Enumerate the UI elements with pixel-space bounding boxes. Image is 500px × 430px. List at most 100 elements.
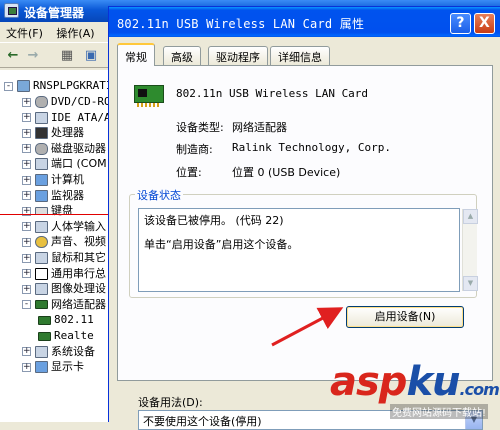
watermark-suffix: .com bbox=[459, 380, 500, 399]
monitor-icon bbox=[35, 189, 48, 202]
tree-item[interactable]: 802.11 bbox=[38, 312, 94, 328]
collapse-icon[interactable]: - bbox=[4, 81, 13, 91]
hid-icon bbox=[35, 220, 48, 233]
expand-icon[interactable]: + bbox=[22, 159, 31, 169]
tree-item[interactable]: + 键盘 bbox=[22, 203, 73, 219]
tree-item[interactable]: Realte bbox=[38, 328, 94, 344]
expand-icon[interactable]: + bbox=[22, 222, 31, 232]
system-icon bbox=[35, 345, 48, 358]
tree-item-label: 人体学输入 bbox=[51, 219, 106, 233]
expand-icon[interactable]: + bbox=[22, 269, 31, 279]
network-icon bbox=[35, 300, 48, 310]
tree-item-label: 图像处理设 bbox=[51, 282, 106, 296]
tree-item[interactable]: + 监视器 bbox=[22, 188, 84, 204]
device-status-legend: 设备状态 bbox=[135, 187, 183, 203]
tree-item-label: 声音、视频 bbox=[51, 235, 106, 249]
tree-item-label: IDE ATA/A bbox=[51, 110, 111, 124]
tab-details[interactable]: 详细信息 bbox=[270, 46, 330, 65]
forward-arrow-icon[interactable]: → bbox=[24, 47, 42, 65]
tree-item[interactable]: - 网络适配器 bbox=[22, 297, 106, 313]
tree-item-label: 端口 (COM bbox=[51, 157, 107, 171]
network-card-icon bbox=[134, 85, 164, 107]
tree-item[interactable]: + 系统设备 bbox=[22, 344, 95, 360]
device-type-label: 设备类型: bbox=[176, 121, 224, 134]
tree-item[interactable]: + 图像处理设 bbox=[22, 281, 106, 297]
expand-icon[interactable]: + bbox=[22, 113, 31, 123]
tree-root[interactable]: - RNSPLPGKRATI bbox=[4, 78, 112, 94]
tree-item[interactable]: + 鼠标和其它 bbox=[22, 250, 106, 266]
sound-icon bbox=[35, 236, 48, 249]
tree-item-label: 处理器 bbox=[51, 126, 84, 140]
expand-icon[interactable]: + bbox=[22, 128, 31, 138]
status-scrollbar[interactable]: ▲ ▼ bbox=[462, 209, 478, 291]
tab-driver[interactable]: 驱动程序 bbox=[208, 46, 268, 65]
close-button[interactable]: X bbox=[474, 13, 495, 34]
collapse-icon[interactable]: - bbox=[22, 300, 31, 310]
properties-icon[interactable]: ▦ bbox=[58, 47, 76, 65]
network-card-icon bbox=[38, 331, 51, 341]
general-tab-panel: 802.11n USB Wireless LAN Card 设备类型: 网络适配… bbox=[117, 65, 493, 430]
usb-icon bbox=[35, 267, 48, 280]
tree-item[interactable]: + DVD/CD-RO bbox=[22, 94, 111, 110]
watermark-subtitle: 免费网站源码下载站! bbox=[390, 404, 489, 419]
port-icon bbox=[35, 158, 48, 171]
tree-item-label: 计算机 bbox=[51, 173, 84, 186]
cpu-icon bbox=[35, 127, 48, 140]
tree-item[interactable]: + IDE ATA/A bbox=[22, 110, 111, 126]
watermark-logo-a: asp bbox=[330, 359, 407, 405]
dialog-title: 802.11n USB Wireless LAN Card 属性 bbox=[117, 17, 365, 31]
menu-file[interactable]: 文件(F) bbox=[6, 27, 43, 40]
tab-general[interactable]: 常规 bbox=[117, 43, 155, 66]
tree-item[interactable]: + 显示卡 bbox=[22, 359, 84, 375]
expand-icon[interactable]: + bbox=[22, 284, 31, 294]
tree-item[interactable]: + 端口 (COM bbox=[22, 156, 107, 172]
expand-icon[interactable]: + bbox=[22, 175, 31, 185]
watermark: aspku.com 免费网站源码下载站! bbox=[328, 360, 500, 422]
expand-icon[interactable]: + bbox=[22, 347, 31, 357]
device-type-value: 网络适配器 bbox=[232, 121, 287, 134]
network-card-icon bbox=[38, 315, 51, 325]
tree-item[interactable]: + 声音、视频 bbox=[22, 234, 106, 250]
tree-item[interactable]: + 人体学输入 bbox=[22, 219, 106, 235]
device-status-textbox[interactable]: 该设备已被停用。 (代码 22) 单击“启用设备”启用这个设备。 ▲ ▼ bbox=[138, 208, 478, 292]
menu-action[interactable]: 操作(A) bbox=[56, 27, 94, 40]
expand-icon[interactable]: + bbox=[22, 97, 31, 107]
device-status-group: 设备状态 该设备已被停用。 (代码 22) 单击“启用设备”启用这个设备。 ▲ … bbox=[129, 187, 478, 298]
manufacturer-value: Ralink Technology, Corp. bbox=[232, 141, 391, 154]
tree-item-label: DVD/CD-RO bbox=[51, 95, 111, 108]
tree-item-label: 系统设备 bbox=[51, 344, 95, 358]
enable-device-button[interactable]: 启用设备(N) bbox=[346, 306, 464, 328]
expand-icon[interactable]: + bbox=[22, 237, 31, 247]
tree-item-label: 显示卡 bbox=[51, 360, 84, 374]
tree-item-label: 鼠标和其它 bbox=[51, 251, 106, 264]
tree-item-label: 通用串行总 bbox=[51, 266, 106, 280]
disk-icon bbox=[35, 142, 48, 155]
watermark-logo-b: ku bbox=[406, 359, 460, 405]
tree-item[interactable]: + 磁盘驱动器 bbox=[22, 141, 106, 157]
location-label: 位置: bbox=[176, 166, 202, 179]
help-button[interactable]: ? bbox=[450, 13, 471, 34]
status-hint: 单击“启用设备”启用这个设备。 bbox=[144, 238, 299, 251]
tree-item[interactable]: + 计算机 bbox=[22, 172, 84, 188]
computer-icon bbox=[17, 80, 30, 92]
tree-item[interactable]: + 通用串行总 bbox=[22, 266, 106, 282]
refresh-icon[interactable]: ▣ bbox=[82, 47, 100, 65]
device-name: 802.11n USB Wireless LAN Card bbox=[176, 87, 369, 100]
expand-icon[interactable]: + bbox=[22, 253, 31, 263]
expand-icon[interactable]: + bbox=[22, 144, 31, 154]
tree-item-label: 磁盘驱动器 bbox=[51, 141, 106, 155]
tree-item-label: 监视器 bbox=[51, 188, 84, 202]
manufacturer-label: 制造商: bbox=[176, 143, 213, 156]
tree-item[interactable]: + 处理器 bbox=[22, 125, 84, 141]
scroll-up-icon[interactable]: ▲ bbox=[463, 209, 478, 224]
mouse-icon bbox=[35, 252, 48, 264]
computer-icon bbox=[35, 174, 48, 186]
expand-icon[interactable]: + bbox=[22, 191, 31, 201]
tree-item-label: 键盘 bbox=[51, 204, 73, 218]
tree-item-label: 802.11 bbox=[54, 313, 94, 327]
device-manager-icon bbox=[4, 3, 19, 18]
tab-advanced[interactable]: 高级 bbox=[163, 46, 201, 65]
expand-icon[interactable]: + bbox=[22, 362, 31, 372]
scroll-down-icon[interactable]: ▼ bbox=[463, 276, 478, 291]
back-arrow-icon[interactable]: ← bbox=[4, 47, 22, 65]
